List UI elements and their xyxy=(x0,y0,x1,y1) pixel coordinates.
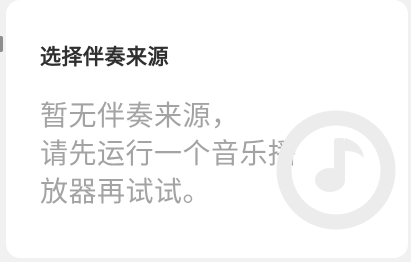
card-title: 选择伴奏来源 xyxy=(40,45,169,69)
background-window-edge xyxy=(0,36,3,52)
music-note-circle-icon xyxy=(276,110,396,230)
accompaniment-source-card: 选择伴奏来源 暂无伴奏来源， 请先运行一个音乐播 放器再试试。 xyxy=(6,0,408,258)
